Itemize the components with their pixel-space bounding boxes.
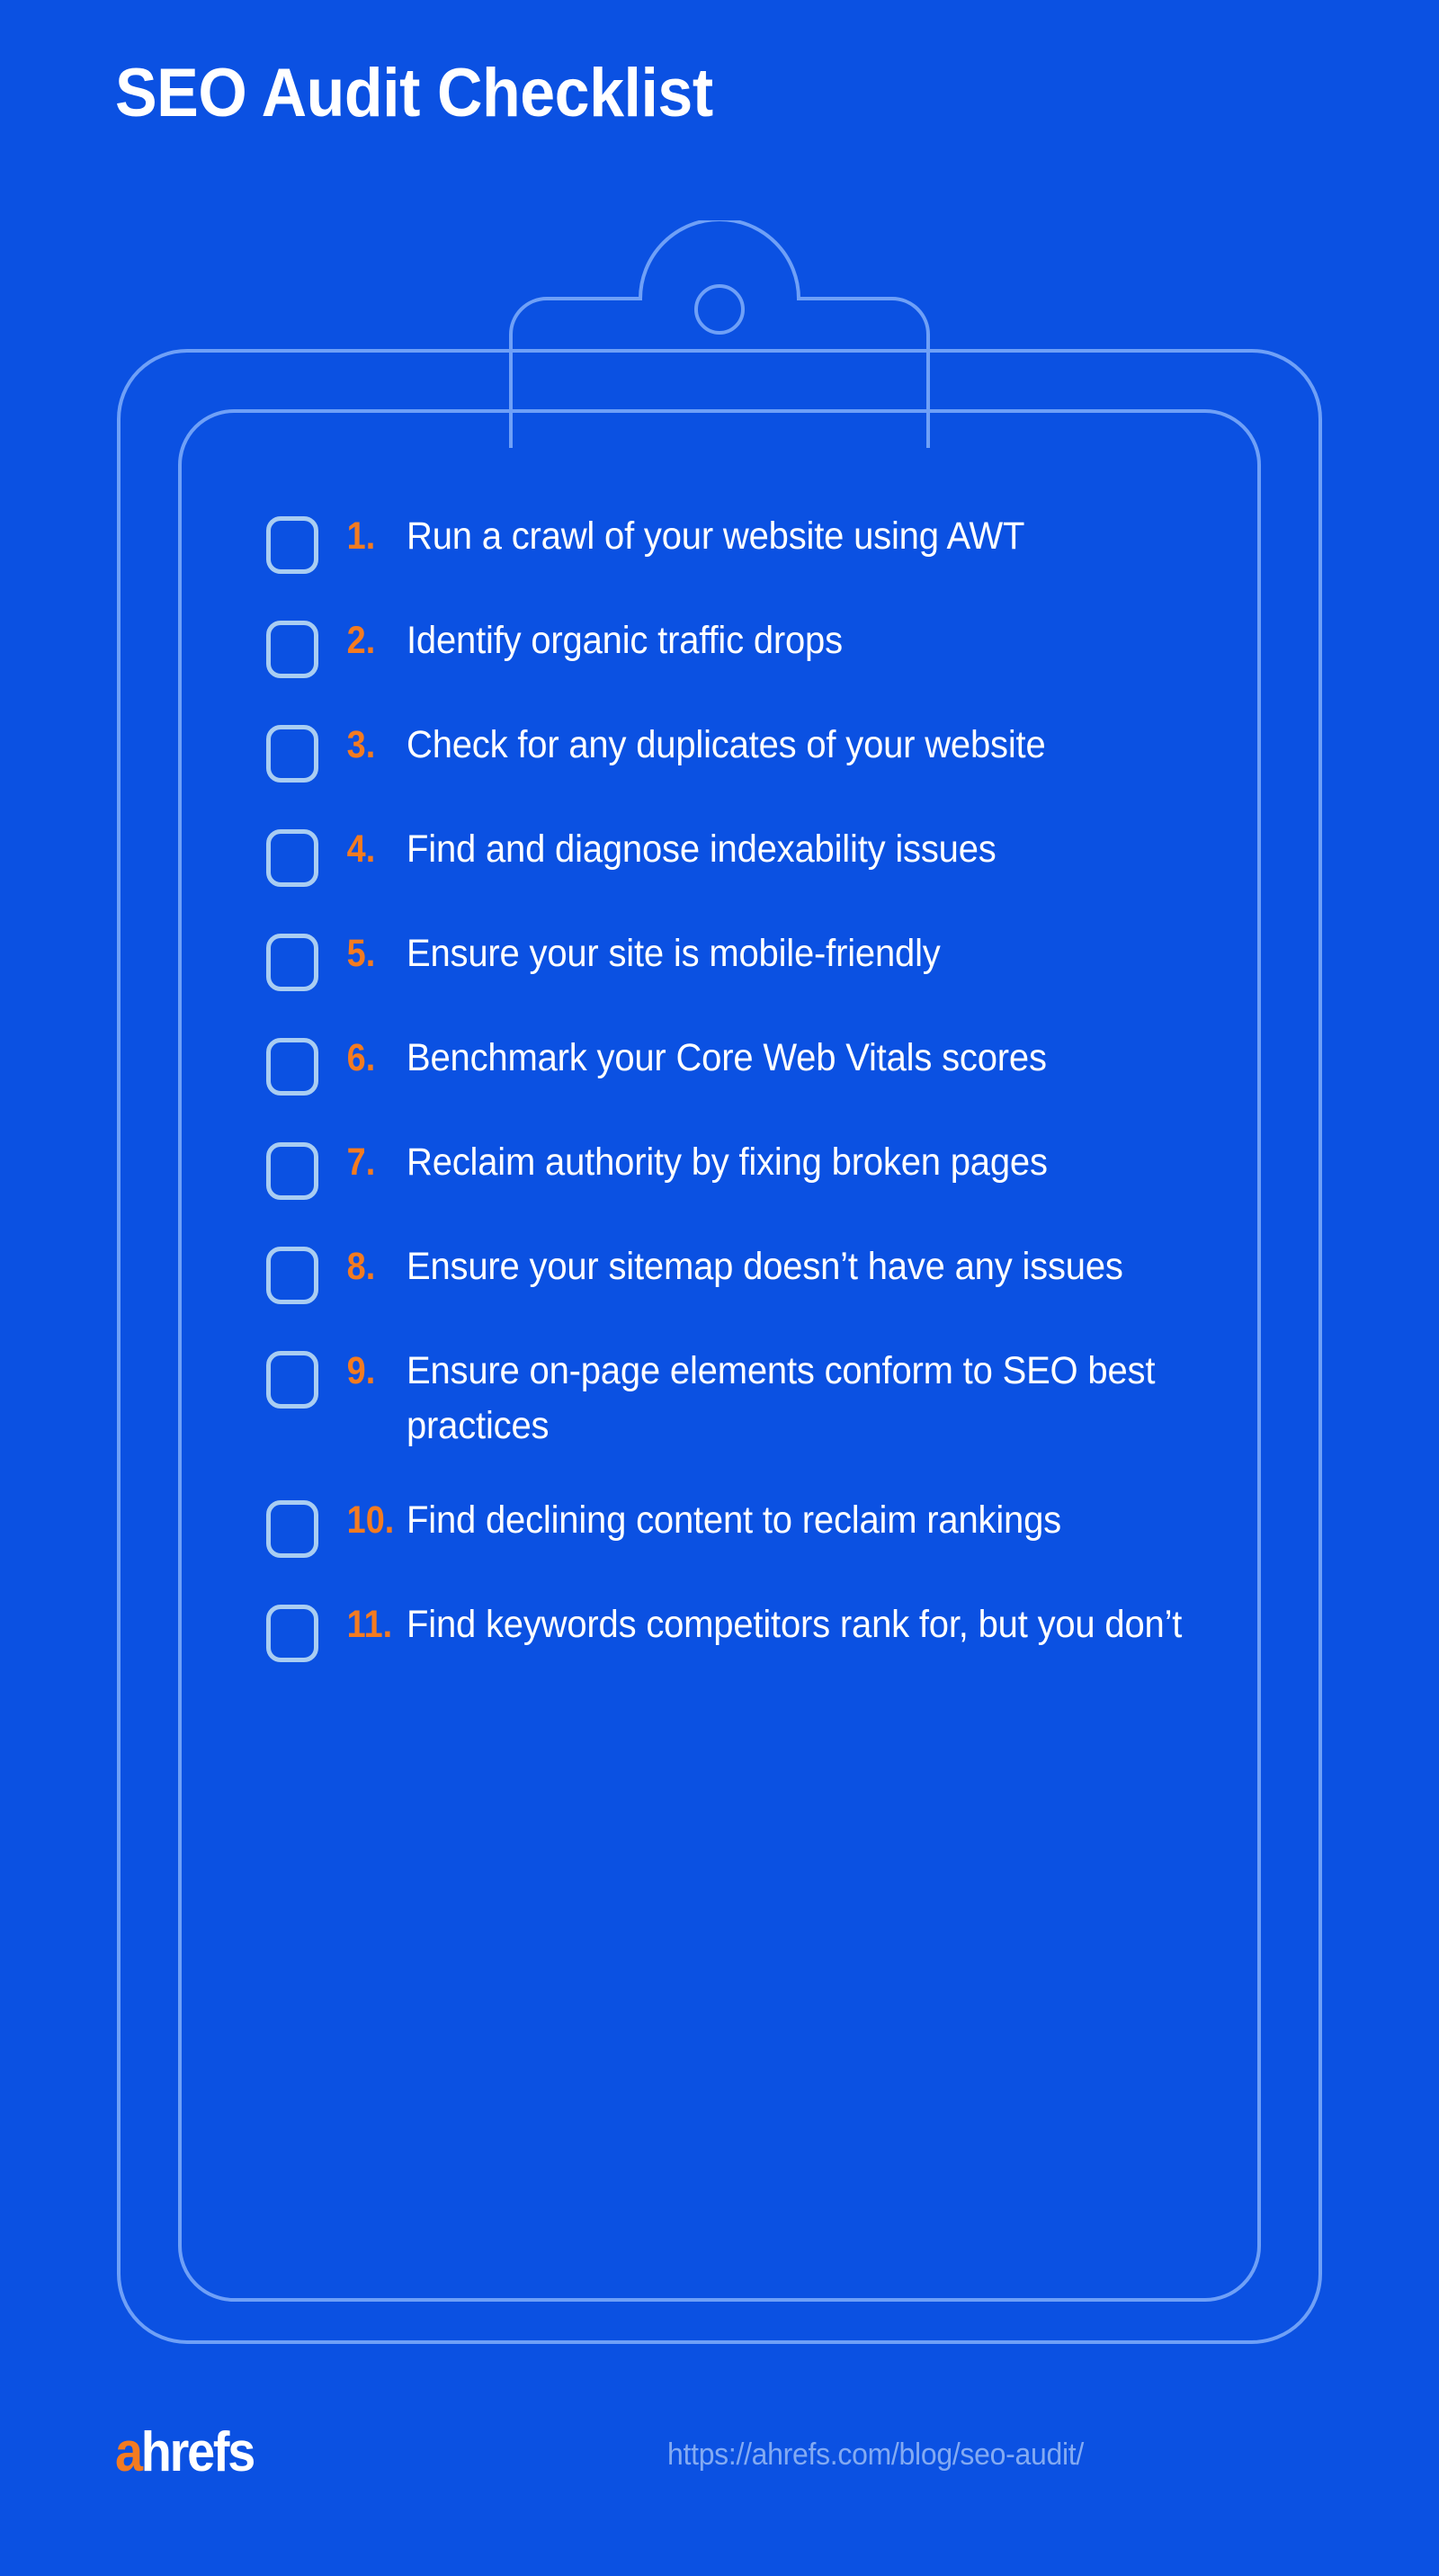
list-item[interactable]: 11. Find keywords competitors rank for, …	[266, 1597, 1265, 1662]
infographic-poster: SEO Audit Checklist 1. Run a crawl of yo…	[0, 0, 1439, 2576]
list-item-label: Find declining content to reclaim rankin…	[407, 1498, 1061, 1542]
list-item-number: 6.	[346, 1036, 376, 1079]
list-item[interactable]: 8. Ensure your sitemap doesn’t have any …	[266, 1239, 1265, 1304]
checkbox-icon[interactable]	[266, 1605, 318, 1662]
list-item-number: 9.	[346, 1349, 376, 1392]
checkbox-icon[interactable]	[266, 1247, 318, 1304]
logo-wordmark: hrefs	[140, 2421, 255, 2483]
list-item-number: 3.	[346, 723, 376, 766]
checkbox-icon[interactable]	[266, 1038, 318, 1096]
list-item-number: 2.	[346, 619, 376, 662]
checkbox-icon[interactable]	[266, 1500, 318, 1558]
list-item[interactable]: 9. Ensure on-page elements conform to SE…	[266, 1344, 1265, 1453]
list-item-label: Ensure on-page elements conform to SEO b…	[407, 1349, 1156, 1447]
footer: ahrefs https://ahrefs.com/blog/seo-audit…	[0, 2416, 1439, 2524]
list-item[interactable]: 5. Ensure your site is mobile-friendly	[266, 926, 1265, 991]
list-item-number: 11.	[346, 1603, 393, 1646]
clip-hole-circle-icon	[694, 284, 745, 335]
list-item-label: Ensure your site is mobile-friendly	[407, 932, 941, 975]
checkbox-icon[interactable]	[266, 1142, 318, 1200]
list-item-label: Find keywords competitors rank for, but …	[407, 1603, 1183, 1646]
list-item[interactable]: 2. Identify organic traffic drops	[266, 613, 1265, 678]
list-item-number: 4.	[346, 827, 376, 871]
checkbox-icon[interactable]	[266, 829, 318, 887]
checkbox-icon[interactable]	[266, 1351, 318, 1409]
list-item-number: 1.	[346, 514, 376, 558]
list-item-label: Reclaim authority by fixing broken pages	[407, 1140, 1048, 1184]
list-item[interactable]: 10. Find declining content to reclaim ra…	[266, 1493, 1265, 1558]
checkbox-icon[interactable]	[266, 725, 318, 783]
ahrefs-logo[interactable]: ahrefs	[115, 2425, 255, 2481]
list-item[interactable]: 1. Run a crawl of your website using AWT	[266, 509, 1265, 574]
list-item[interactable]: 6. Benchmark your Core Web Vitals scores	[266, 1031, 1265, 1096]
list-item-number: 7.	[346, 1140, 376, 1184]
checkbox-icon[interactable]	[266, 516, 318, 574]
list-item-label: Ensure your sitemap doesn’t have any iss…	[407, 1245, 1123, 1288]
logo-accent-letter: a	[115, 2421, 143, 2483]
checklist: 1. Run a crawl of your website using AWT…	[266, 509, 1265, 1702]
list-item-label: Identify organic traffic drops	[407, 619, 843, 662]
list-item-label: Check for any duplicates of your website	[407, 723, 1046, 766]
checkbox-icon[interactable]	[266, 934, 318, 991]
checkbox-icon[interactable]	[266, 621, 318, 678]
list-item-label: Run a crawl of your website using AWT	[407, 514, 1025, 558]
list-item-label: Benchmark your Core Web Vitals scores	[407, 1036, 1047, 1079]
list-item-number: 5.	[346, 932, 376, 975]
list-item-label: Find and diagnose indexability issues	[407, 827, 997, 871]
list-item-number: 8.	[346, 1245, 376, 1288]
list-item[interactable]: 3. Check for any duplicates of your webs…	[266, 718, 1265, 783]
footer-url[interactable]: https://ahrefs.com/blog/seo-audit/	[667, 2439, 1084, 2470]
list-item[interactable]: 7. Reclaim authority by fixing broken pa…	[266, 1135, 1265, 1200]
list-item-number: 10.	[346, 1498, 395, 1542]
page-title: SEO Audit Checklist	[115, 55, 713, 131]
list-item[interactable]: 4. Find and diagnose indexability issues	[266, 822, 1265, 887]
